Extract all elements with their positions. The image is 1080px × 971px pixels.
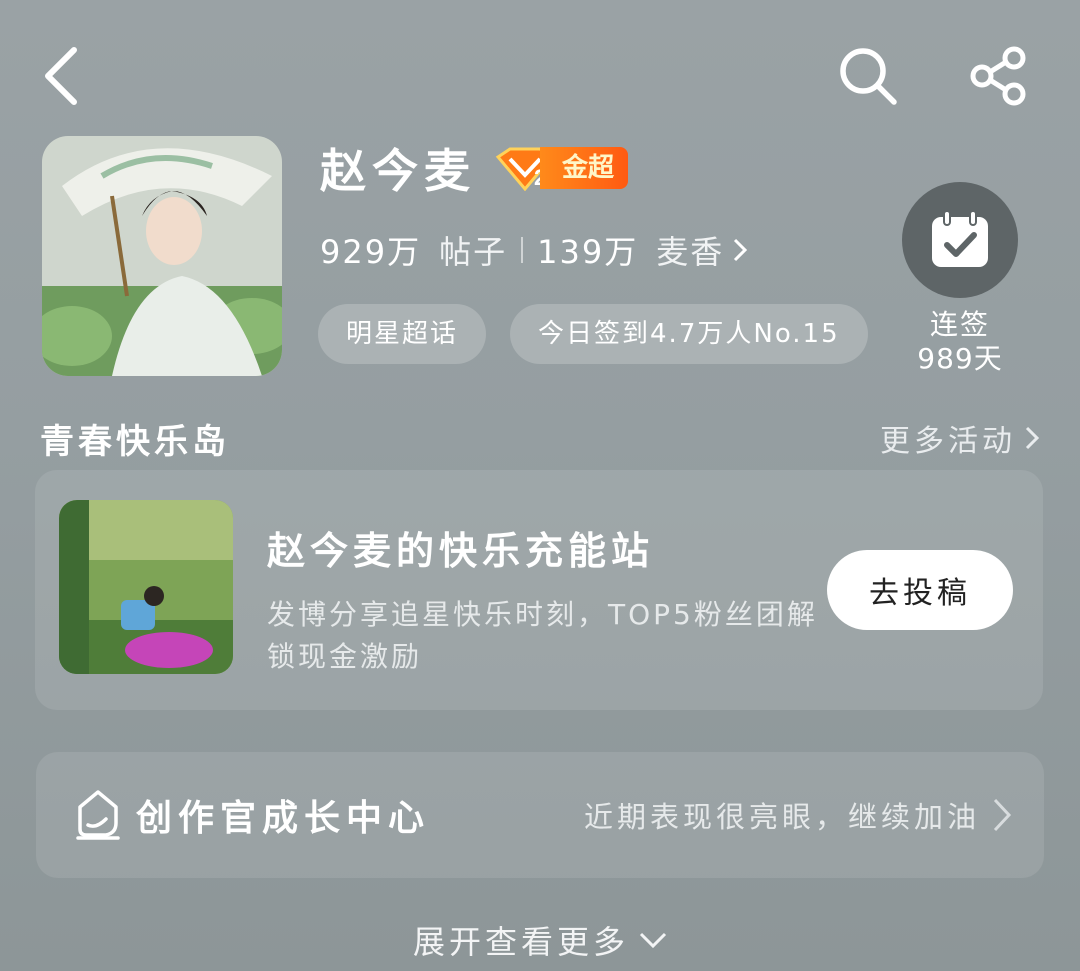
title-row: 赵今麦 2 金超	[320, 136, 629, 200]
growth-title: 创作官成长中心	[136, 798, 431, 839]
search-icon	[840, 48, 897, 105]
more-activities-label: 更多活动	[880, 424, 1016, 459]
expand-more-label: 展开查看更多	[412, 923, 629, 961]
avatar-image	[42, 136, 282, 376]
expand-more-button[interactable]: 展开查看更多	[0, 912, 1080, 968]
section-header: 青春快乐岛 更多活动	[40, 410, 1040, 466]
avatar[interactable]	[42, 136, 282, 376]
search-button[interactable]	[832, 40, 904, 112]
more-activities-link[interactable]: 更多活动	[880, 416, 1040, 460]
badge-label: 金超	[540, 147, 629, 189]
tag-star-topic[interactable]: 明星超话	[318, 304, 487, 364]
activity-description: 发博分享追星快乐时刻，TOP5粉丝团解锁现金激励	[267, 598, 818, 673]
posts-label: 帖子	[439, 233, 508, 271]
activity-card[interactable]: 赵今麦的快乐充能站 发博分享追星快乐时刻，TOP5粉丝团解锁现金激励 去投稿	[35, 470, 1043, 710]
chevron-right-icon	[993, 798, 1012, 832]
tag-checkin-rank[interactable]: 今日签到4.7万人No.15	[510, 304, 868, 364]
share-icon	[970, 46, 1026, 106]
calendar-check-icon	[932, 210, 988, 267]
chevron-right-icon	[1025, 426, 1040, 450]
section-title: 青春快乐岛	[40, 421, 230, 462]
chevron-down-icon	[639, 932, 667, 949]
creator-growth-center[interactable]: 创作官成长中心 近期表现很亮眼，继续加油	[36, 752, 1044, 878]
chevron-left-icon	[45, 47, 77, 105]
level-badge[interactable]: 2 金超	[494, 145, 629, 191]
activity-title: 赵今麦的快乐充能站	[267, 529, 655, 573]
fans-label[interactable]: 麦香	[656, 227, 724, 273]
page-title: 赵今麦	[320, 144, 476, 198]
checkin-circle[interactable]	[902, 182, 1018, 298]
growth-icon-wrapper	[76, 789, 120, 841]
activity-thumbnail	[59, 500, 233, 674]
checkin-days: 989天	[917, 342, 1003, 375]
tag-list: 明星超话 今日签到4.7万人No.15	[318, 304, 874, 364]
checkin-label: 连签	[929, 308, 990, 341]
checkin-button[interactable]: 连签 989天	[902, 182, 1018, 376]
submit-post-button[interactable]: 去投稿	[827, 550, 1013, 630]
stats-row: 929万 帖子 139万 麦香	[320, 224, 748, 276]
share-button[interactable]	[964, 40, 1036, 112]
growth-subtitle: 近期表现很亮眼，继续加油	[583, 800, 980, 834]
stats-divider	[521, 237, 524, 263]
growth-chevron	[992, 797, 1012, 833]
creator-pen-icon	[76, 790, 120, 840]
fans-count[interactable]: 139万	[537, 227, 638, 273]
chevron-right-icon[interactable]	[732, 237, 748, 263]
posts-count: 929万	[320, 233, 422, 271]
activity-image	[59, 500, 233, 674]
top-bar	[0, 0, 1080, 140]
back-button[interactable]	[30, 40, 94, 112]
